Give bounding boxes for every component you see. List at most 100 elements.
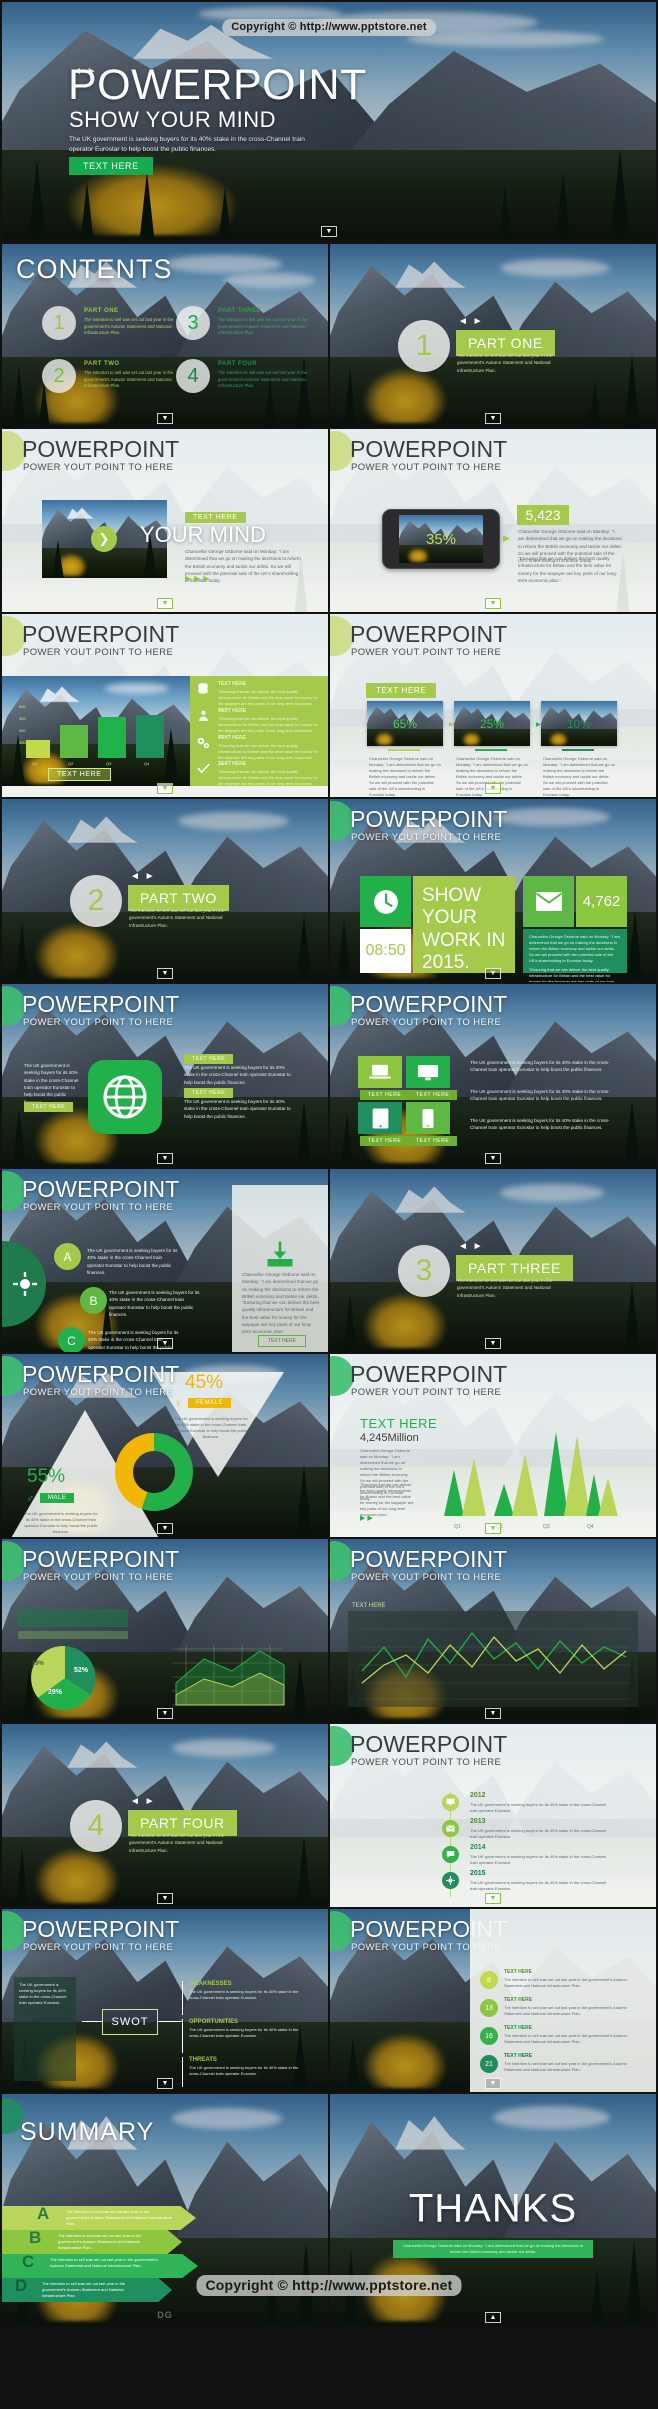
abc-circle-a[interactable]: A (54, 1243, 81, 1270)
slide-swot[interactable]: POWERPOINT POWER YOUT POINT TO HERE The … (2, 1909, 328, 2092)
text-here-chip[interactable]: TEXT HERE (184, 1088, 234, 1098)
slide-your-mind[interactable]: POWERPOINT POWER YOUT POINT TO HERE ❯ TE… (2, 429, 328, 612)
step-number[interactable]: 8 (480, 1971, 498, 1989)
mobile-icon (422, 1108, 434, 1128)
text-here-button[interactable]: TEXT HERE (258, 1335, 306, 1347)
scroll-down-button[interactable]: ▼ (157, 1893, 173, 1904)
tile-label[interactable]: TEXT HERE (360, 1090, 410, 1100)
step-number[interactable]: 21 (480, 2055, 498, 2073)
scroll-down-button[interactable]: ▼ (157, 1523, 173, 1534)
step-number[interactable]: 13 (480, 1999, 498, 2017)
scroll-down-button[interactable]: ▼ (157, 968, 173, 979)
swot-label: THREATS (189, 2057, 217, 2063)
play-arrow-icon[interactable]: ❯ (91, 526, 117, 552)
mail-tile[interactable] (523, 876, 574, 927)
slide-divider-four[interactable]: ◄ ► 4 PART FOUR The intention to sell wa… (2, 1724, 328, 1907)
tile-label[interactable]: TEXT HERE (408, 1090, 458, 1100)
legend-bar (18, 1631, 128, 1639)
scroll-down-button[interactable]: ▼ (485, 413, 501, 424)
title-heading: POWERPOINT (68, 61, 367, 109)
monitor-tile[interactable] (406, 1056, 450, 1088)
scroll-down-button[interactable]: ▼ (157, 1708, 173, 1719)
scroll-down-button[interactable]: ▼ (485, 2078, 501, 2089)
photo-caption: Chancellor George Osborne said on Monday… (369, 756, 441, 797)
tablet-tile[interactable] (358, 1102, 402, 1134)
timeline-dot-icon[interactable] (442, 1872, 459, 1889)
slide-title[interactable]: Copyright © http://www.pptstore.net ◄ ► … (2, 2, 656, 240)
slide-triangle-chart[interactable]: POWERPOINT POWER YOUT POINT TO HERE TEXT… (330, 1354, 656, 1537)
slide-timeline[interactable]: POWERPOINT POWER YOUT POINT TO HERE 2012… (330, 1724, 656, 1907)
slide-abc[interactable]: POWERPOINT POWER YOUT POINT TO HERE A Th… (2, 1169, 328, 1352)
slide-divider-one[interactable]: ◄ ► 1 PART ONE The intention to sell was… (330, 244, 656, 427)
header-subtitle: POWER YOUT POINT TO HERE (23, 1572, 174, 1583)
phone-tile[interactable] (406, 1102, 450, 1134)
scroll-down-button[interactable]: ▼ (485, 1523, 501, 1534)
male-symbol-icon: ♂ (26, 1493, 35, 1505)
text-here-chip[interactable]: TEXT HERE (184, 1054, 234, 1064)
photo-card[interactable]: 25% (454, 701, 530, 746)
download-icon[interactable] (265, 1239, 295, 1269)
step-number[interactable]: 16 (480, 2027, 498, 2045)
timeline-dot-icon[interactable] (442, 1794, 459, 1811)
slide-divider-two[interactable]: ◄ ► 2 PART TWO The intention to sell was… (2, 799, 328, 982)
slide-globe[interactable]: POWERPOINT POWER YOUT POINT TO HERE TEXT… (2, 984, 328, 1167)
clock-tile[interactable] (360, 876, 411, 927)
tile-body-2: "Ensuring that we can deliver the best q… (529, 967, 616, 982)
scroll-down-button[interactable]: ▼ (485, 783, 501, 794)
summary-letter: A (37, 2204, 50, 2223)
tile-label[interactable]: TEXT HERE (360, 1136, 410, 1146)
slide-phone-stat[interactable]: POWERPOINT POWER YOUT POINT TO HERE 35% … (330, 429, 656, 612)
scroll-down-button[interactable]: ▼ (485, 1708, 501, 1719)
slide-devices[interactable]: POWERPOINT POWER YOUT POINT TO HERE TEXT… (330, 984, 656, 1167)
slide-line-chart[interactable]: POWERPOINT POWER YOUT POINT TO HERE TEXT… (330, 1539, 656, 1722)
scroll-down-button[interactable]: ▼ (485, 968, 501, 979)
scroll-down-button[interactable]: ▼ (485, 1893, 501, 1904)
slide-three-photos[interactable]: POWERPOINT POWER YOUT POINT TO HERE TEXT… (330, 614, 656, 797)
step-title: TEXT HERE (504, 2053, 533, 2059)
photo-percentage: 10% (566, 716, 592, 731)
laptop-tile[interactable] (358, 1056, 402, 1088)
triangle-body-2: "Ensuring that we can deliver the best q… (360, 1482, 414, 1517)
tile-label[interactable]: TEXT HERE (408, 1136, 458, 1146)
text-here-button[interactable]: TEXT HERE (69, 157, 153, 175)
scroll-down-button[interactable]: ▼ (485, 1338, 501, 1349)
text-here-chip[interactable]: TEXT HERE (366, 683, 437, 698)
scroll-down-button[interactable]: ▼ (157, 1153, 173, 1164)
text-here-button[interactable]: TEXT HERE (48, 768, 111, 781)
slide-gender[interactable]: POWERPOINT POWER YOUT POINT TO HERE 45% … (2, 1354, 328, 1537)
scroll-down-button[interactable]: ▼ (157, 413, 173, 424)
tablet-icon (372, 1108, 388, 1128)
text-here-chip[interactable]: TEXT HERE (24, 1102, 74, 1112)
line-chart-title: TEXT HERE (352, 1603, 386, 1609)
globe-body-3: The UK government is seeking buyers for … (24, 1063, 79, 1105)
slide-2015-tiles[interactable]: POWERPOINT POWER YOUT POINT TO HERE 08:5… (330, 799, 656, 982)
header-title: POWERPOINT (350, 1731, 508, 1757)
nav-arrows-icon[interactable]: ◄ ► (130, 871, 156, 882)
swot-label: WEAKNESSES (189, 1981, 232, 1987)
abc-circle-c[interactable]: C (58, 1327, 85, 1352)
timeline-dot-icon[interactable] (442, 1846, 459, 1863)
slide-bar-chart[interactable]: POWERPOINT POWER YOUT POINT TO HERE 500 … (2, 614, 328, 797)
photo-card[interactable]: 65% (367, 701, 443, 746)
abc-circle-b[interactable]: B (80, 1287, 107, 1314)
photo-card[interactable]: 10% (541, 701, 617, 746)
slide-steps[interactable]: POWERPOINT POWER YOUT POINT TO HERE 8 TE… (330, 1909, 656, 2092)
scroll-down-button[interactable]: ▼ (157, 2078, 173, 2089)
nav-arrows-icon[interactable]: ◄ ► (458, 1241, 484, 1252)
header-subtitle: POWER YOUT POINT TO HERE (23, 1942, 174, 1953)
slide-pie-chart[interactable]: POWERPOINT POWER YOUT POINT TO HERE 52% … (2, 1539, 328, 1722)
scroll-down-button[interactable]: ▼ (321, 226, 337, 237)
globe-card[interactable] (88, 1060, 162, 1134)
slide-divider-three[interactable]: ◄ ► 3 PART THREE The intention to sell w… (330, 1169, 656, 1352)
nav-arrows-icon[interactable]: ◄ ► (130, 1796, 156, 1807)
contents-item-label: PART TWO (84, 361, 120, 367)
scroll-down-button[interactable]: ▼ (157, 783, 173, 794)
nav-arrows-icon[interactable]: ◄ ► (458, 316, 484, 327)
timeline-dot-icon[interactable] (442, 1820, 459, 1837)
scroll-down-button[interactable]: ▼ (157, 1338, 173, 1349)
slide-contents[interactable]: CONTENTS 1 PART ONE The intention to sel… (2, 244, 328, 427)
scroll-down-button[interactable]: ▲ (485, 2312, 501, 2323)
scroll-down-button[interactable]: ▼ (157, 598, 173, 609)
scroll-down-button[interactable]: ▼ (485, 1153, 501, 1164)
scroll-down-button[interactable]: ▼ (485, 598, 501, 609)
